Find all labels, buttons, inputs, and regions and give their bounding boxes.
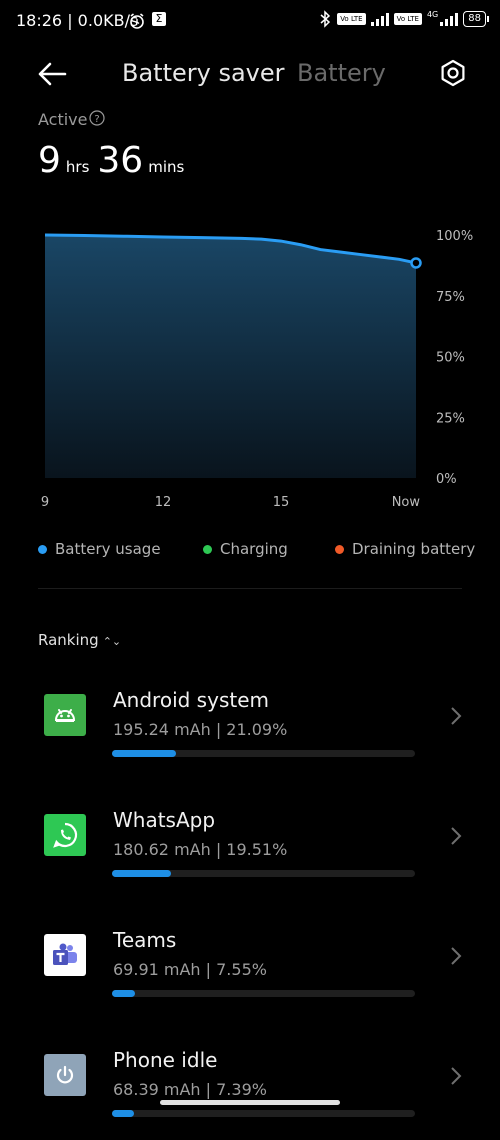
- tab-battery[interactable]: Battery: [297, 59, 386, 87]
- volte-badge-2: Vo LTE: [393, 13, 422, 25]
- usage-bar: [112, 990, 415, 997]
- ranking-sort-button[interactable]: Ranking ⌃⌄: [38, 631, 121, 649]
- sort-caret-icon: ⌃⌄: [102, 635, 122, 648]
- legend-label-draining: Draining battery: [352, 540, 476, 558]
- active-minutes: 36: [97, 140, 144, 181]
- network-type: 4G: [426, 10, 439, 19]
- usage-bar: [112, 750, 415, 757]
- battery-chart: 100% 75% 50% 25% 0% 9 12 15 Now: [41, 229, 473, 510]
- app-header: Battery saver Battery: [0, 44, 500, 104]
- active-label: Active: [38, 110, 88, 129]
- usage-bar: [112, 1110, 415, 1117]
- signal-icon-2: [440, 12, 459, 26]
- signal-icon-1: [370, 12, 389, 26]
- legend-label-battery-usage: Battery usage: [55, 540, 161, 558]
- app-usage: 195.24 mAh | 21.09%: [113, 720, 288, 739]
- app-row-whatsapp[interactable]: WhatsApp 180.62 mAh | 19.51%: [0, 800, 500, 900]
- legend-label-charging: Charging: [220, 540, 288, 558]
- volte-badge-1: Vo LTE: [337, 13, 366, 25]
- usage-bar-fill: [112, 750, 176, 757]
- chevron-right-icon: [451, 1067, 462, 1085]
- current-level-point: [410, 257, 422, 269]
- usage-bar-fill: [112, 870, 172, 877]
- usage-bar: [112, 870, 415, 877]
- app-name: Android system: [113, 688, 269, 712]
- settings-hexagon-icon[interactable]: [438, 58, 468, 88]
- x-tick-label: 9: [41, 495, 49, 510]
- status-bar: 18:26 | 0.0KB/s Σ Vo LTE Vo LTE 4G 88: [0, 0, 500, 44]
- app-name: WhatsApp: [113, 808, 216, 832]
- app-name: Phone idle: [113, 1048, 218, 1072]
- y-tick-label: 50%: [436, 351, 465, 366]
- legend-dot-battery-usage: [38, 544, 47, 554]
- legend-battery-usage: Battery usage: [38, 540, 161, 558]
- back-arrow-icon[interactable]: [36, 60, 68, 88]
- y-tick-label: 100%: [436, 229, 473, 244]
- app-name: Teams: [113, 928, 177, 952]
- alarm-clock-icon: [130, 13, 144, 29]
- x-tick-label: 15: [273, 495, 290, 510]
- x-tick-label: Now: [392, 495, 421, 510]
- legend-dot-charging: [203, 544, 212, 554]
- help-icon[interactable]: ?: [89, 110, 105, 126]
- app-usage: 180.62 mAh | 19.51%: [113, 840, 288, 859]
- app-row-android-system[interactable]: Android system 195.24 mAh | 21.09%: [0, 680, 500, 780]
- bluetooth-icon: [320, 10, 331, 28]
- whatsapp-icon: [44, 814, 86, 856]
- tab-battery-saver[interactable]: Battery saver: [122, 59, 285, 87]
- app-usage: 68.39 mAh | 7.39%: [113, 1080, 267, 1099]
- status-time: 18:26 | 0.0KB/s: [16, 11, 139, 30]
- minutes-unit: mins: [148, 158, 185, 176]
- chevron-right-icon: [451, 827, 462, 845]
- sigma-icon: Σ: [152, 12, 166, 26]
- app-usage: 69.91 mAh | 7.55%: [113, 960, 267, 979]
- teams-icon: [44, 934, 86, 976]
- legend-charging: Charging: [203, 540, 288, 558]
- app-row-teams[interactable]: Teams 69.91 mAh | 7.55%: [0, 920, 500, 1020]
- power-icon: [44, 1054, 86, 1096]
- chevron-right-icon: [451, 947, 462, 965]
- section-divider: [38, 588, 462, 589]
- battery-indicator: 88: [463, 11, 489, 27]
- chart-legend: Battery usage Charging Draining battery: [38, 540, 478, 562]
- android-icon: [44, 694, 86, 736]
- app-row-phone-idle[interactable]: Phone idle 68.39 mAh | 7.39%: [0, 1040, 500, 1140]
- hours-unit: hrs: [65, 158, 90, 176]
- y-tick-label: 0%: [436, 472, 457, 487]
- ranking-label: Ranking: [38, 631, 99, 649]
- active-duration: 9 hrs 36 mins: [38, 140, 192, 181]
- usage-bar-fill: [112, 1110, 135, 1117]
- x-tick-label: 12: [155, 495, 172, 510]
- battery-area-fill: [45, 235, 416, 478]
- legend-draining: Draining battery: [335, 540, 475, 558]
- active-hours: 9: [38, 140, 61, 181]
- y-tick-label: 75%: [436, 290, 465, 305]
- legend-dot-draining: [335, 544, 344, 554]
- svg-text:?: ?: [94, 114, 99, 125]
- usage-bar-fill: [112, 990, 135, 997]
- y-tick-label: 25%: [436, 411, 465, 426]
- home-indicator[interactable]: [160, 1100, 340, 1105]
- chevron-right-icon: [451, 707, 462, 725]
